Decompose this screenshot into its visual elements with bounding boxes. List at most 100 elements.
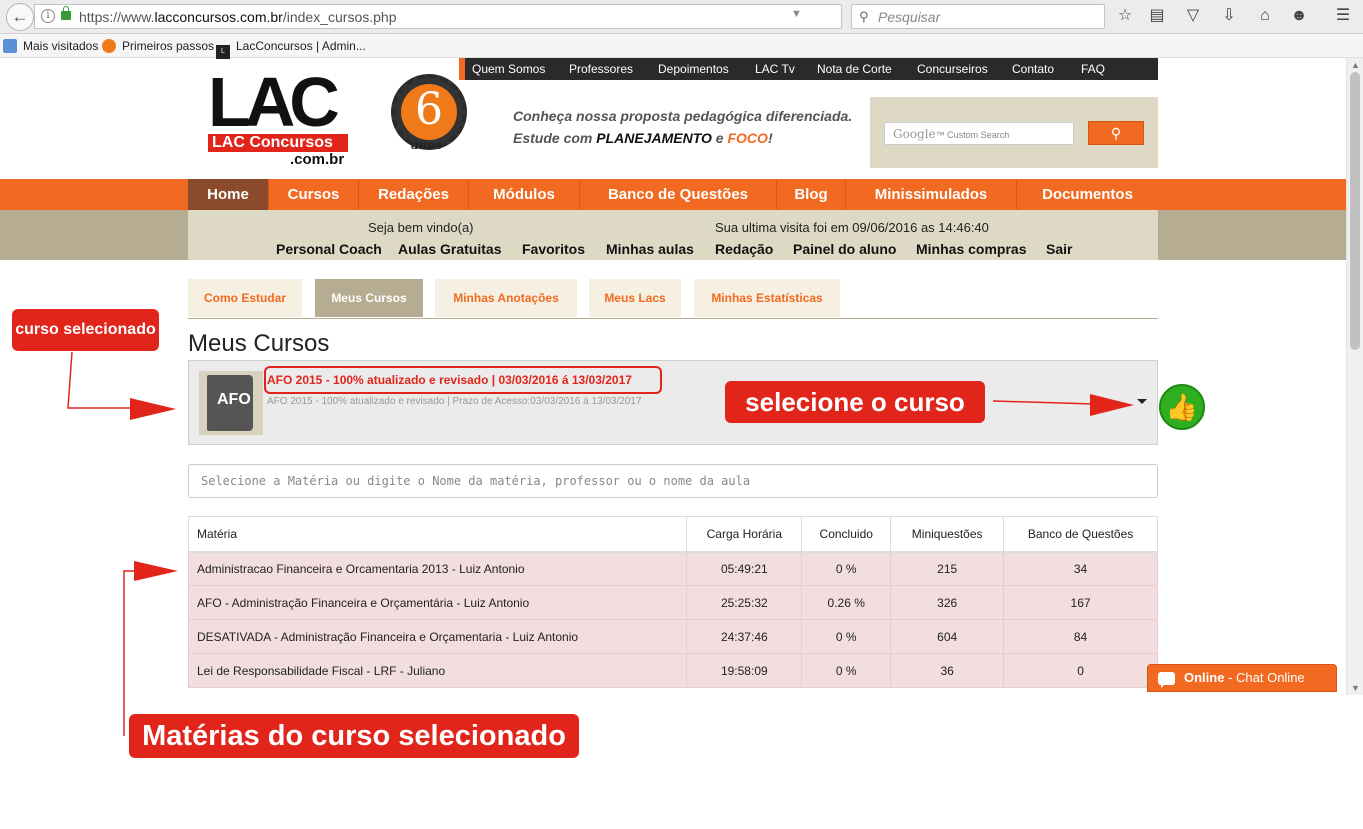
arrow-line-1 bbox=[67, 351, 132, 409]
subject-filter-input[interactable]: Selecione a Matéria ou digite o Nome da … bbox=[188, 464, 1158, 498]
tab-minhas-estatisticas[interactable]: Minhas Estatísticas bbox=[694, 279, 840, 317]
tagline-line2: Estude com PLANEJAMENTO e FOCO! bbox=[513, 130, 773, 146]
bookmark-lacconcursos[interactable]: L LacConcursos | Admin... bbox=[216, 39, 366, 59]
badge-text: anos bbox=[411, 138, 443, 152]
welcome-bar: Seja bem vindo(a) Sua ultima visita foi … bbox=[0, 210, 1346, 260]
main-nav-banco-de-questoes[interactable]: Banco de Questões bbox=[580, 179, 777, 210]
home-icon[interactable]: ⌂ bbox=[1254, 5, 1276, 27]
main-nav-blog[interactable]: Blog bbox=[777, 179, 846, 210]
chat-icon[interactable]: ☻ bbox=[1288, 5, 1310, 27]
browser-search-input[interactable]: ⚲ Pesquisar bbox=[851, 4, 1105, 29]
search-icon: ⚲ bbox=[859, 9, 869, 24]
logo-bar-text: LAC Concursos bbox=[208, 134, 348, 152]
cell-materia[interactable]: AFO - Administração Financeira e Orçamen… bbox=[187, 585, 688, 620]
arrow-line-3 bbox=[123, 570, 138, 736]
chevron-down-icon[interactable] bbox=[1137, 399, 1147, 404]
chat-online-button[interactable]: Online - Chat Online bbox=[1147, 664, 1337, 692]
scroll-up-icon[interactable]: ▲ bbox=[1351, 60, 1360, 70]
table-row[interactable]: DESATIVADA - Administração Financeira e … bbox=[187, 619, 1158, 654]
top-nav-concurseiros[interactable]: Concurseiros bbox=[917, 62, 988, 76]
cell-concluido: 0.26 % bbox=[801, 585, 892, 620]
tab-minhas-anotacoes[interactable]: Minhas Anotações bbox=[435, 279, 577, 317]
link-redacao[interactable]: Redação bbox=[715, 241, 773, 257]
cell-banco: 84 bbox=[1003, 619, 1158, 654]
tagline: Conheça nossa proposta pedagógica difere… bbox=[513, 105, 852, 149]
table-row[interactable]: AFO - Administração Financeira e Orçamen… bbox=[187, 585, 1158, 620]
google-search-input[interactable]: Google™ Custom Search bbox=[884, 122, 1074, 145]
cell-materia[interactable]: Administracao Financeira e Orcamentaria … bbox=[187, 551, 688, 586]
top-nav-nota-de-corte[interactable]: Nota de Corte bbox=[817, 62, 892, 76]
download-icon[interactable]: ⇩ bbox=[1218, 5, 1240, 27]
main-nav-redacoes[interactable]: Redações bbox=[359, 179, 469, 210]
menu-icon[interactable]: ☰ bbox=[1332, 5, 1354, 27]
course-thumbnail: AFO bbox=[199, 371, 263, 435]
link-painel-do-aluno[interactable]: Painel do aluno bbox=[793, 241, 896, 257]
top-nav-depoimentos[interactable]: Depoimentos bbox=[658, 62, 729, 76]
main-nav-cursos[interactable]: Cursos bbox=[269, 179, 359, 210]
tab-como-estudar[interactable]: Como Estudar bbox=[188, 279, 302, 317]
main-nav-documentos[interactable]: Documentos bbox=[1017, 179, 1158, 210]
cell-materia[interactable]: Lei de Responsabilidade Fiscal - LRF - J… bbox=[187, 653, 688, 688]
reading-list-icon[interactable]: ▤ bbox=[1146, 5, 1168, 27]
cell-concluido: 0 % bbox=[801, 619, 892, 654]
pocket-icon[interactable]: ▽ bbox=[1182, 5, 1204, 27]
link-minhas-aulas[interactable]: Minhas aulas bbox=[606, 241, 694, 257]
top-nav-quem-somos[interactable]: Quem Somos bbox=[472, 62, 545, 76]
page-scrollbar[interactable]: ▲ ▼ bbox=[1346, 58, 1363, 695]
main-nav-home[interactable]: Home bbox=[188, 179, 269, 210]
scroll-down-icon[interactable]: ▼ bbox=[1351, 683, 1360, 693]
cell-carga: 05:49:21 bbox=[686, 551, 803, 586]
link-minhas-compras[interactable]: Minhas compras bbox=[916, 241, 1026, 257]
cell-materia[interactable]: DESATIVADA - Administração Financeira e … bbox=[187, 619, 688, 654]
top-nav: Quem Somos Professores Depoimentos LAC T… bbox=[459, 58, 1158, 80]
top-nav-lac-tv[interactable]: LAC Tv bbox=[755, 62, 795, 76]
bookmark-label: Primeiros passos bbox=[122, 39, 215, 53]
logo-lac-text: LAC bbox=[208, 63, 340, 141]
bookmark-label: LacConcursos | Admin... bbox=[236, 39, 366, 53]
top-nav-professores[interactable]: Professores bbox=[569, 62, 633, 76]
bookmark-star-icon[interactable]: ☆ bbox=[1114, 5, 1136, 27]
bookmark-primeiros-passos[interactable]: Primeiros passos bbox=[102, 39, 214, 53]
info-icon[interactable]: i bbox=[41, 9, 55, 23]
bookmark-mais-visitados[interactable]: Mais visitados bbox=[3, 39, 98, 53]
col-miniquestoes: Miniquestões bbox=[890, 516, 1005, 553]
book-icon: AFO bbox=[207, 375, 253, 431]
link-sair[interactable]: Sair bbox=[1046, 241, 1072, 257]
link-personal-coach[interactable]: Personal Coach bbox=[276, 241, 382, 257]
main-nav-modulos[interactable]: Módulos bbox=[469, 179, 580, 210]
main-nav-minissimulados[interactable]: Minissimulados bbox=[846, 179, 1017, 210]
cell-carga: 19:58:09 bbox=[686, 653, 803, 688]
link-favoritos[interactable]: Favoritos bbox=[522, 241, 585, 257]
bookmark-folder-icon bbox=[3, 39, 17, 53]
tagline-line1: Conheça nossa proposta pedagógica difere… bbox=[513, 108, 853, 124]
search-button[interactable]: ⚲ bbox=[1088, 121, 1144, 145]
address-bar[interactable]: i https://www.lacconcursos.com.br/index_… bbox=[34, 4, 866, 29]
table-row[interactable]: Administracao Financeira e Orcamentaria … bbox=[187, 551, 1158, 586]
scrollbar-thumb[interactable] bbox=[1350, 72, 1360, 350]
annotation-selecione-o-curso: selecione o curso bbox=[725, 381, 985, 423]
cell-concluido: 0 % bbox=[801, 551, 892, 586]
top-nav-faq[interactable]: FAQ bbox=[1081, 62, 1105, 76]
cell-miniquestoes: 326 bbox=[890, 585, 1005, 620]
col-concluido: Concluido bbox=[801, 516, 892, 553]
top-nav-contato[interactable]: Contato bbox=[1012, 62, 1054, 76]
selected-course-highlight bbox=[264, 366, 662, 394]
cell-banco: 0 bbox=[1003, 653, 1158, 688]
site-logo[interactable]: LAC LAC Concursos .com.br bbox=[208, 63, 350, 168]
subjects-table: Matéria Carga Horária Concluido Miniques… bbox=[187, 516, 1158, 688]
cell-miniquestoes: 604 bbox=[890, 619, 1005, 654]
search-placeholder: Pesquisar bbox=[878, 9, 941, 25]
cell-carga: 25:25:32 bbox=[686, 585, 803, 620]
url-dropdown-icon[interactable]: ▼ bbox=[791, 8, 802, 20]
search-icon: ⚲ bbox=[1110, 125, 1122, 141]
tab-meus-cursos[interactable]: Meus Cursos bbox=[315, 279, 423, 317]
tab-meus-lacs[interactable]: Meus Lacs bbox=[589, 279, 681, 317]
bookmarks-bar: Mais visitados Primeiros passos L LacConc… bbox=[0, 34, 1363, 59]
table-row[interactable]: Lei de Responsabilidade Fiscal - LRF - J… bbox=[187, 653, 1158, 688]
link-aulas-gratuitas[interactable]: Aulas Gratuitas bbox=[398, 241, 501, 257]
arrow-head-1 bbox=[130, 398, 176, 420]
logo-domain-text: .com.br bbox=[290, 151, 345, 168]
back-arrow-icon[interactable]: ← bbox=[6, 3, 34, 31]
cell-carga: 24:37:46 bbox=[686, 619, 803, 654]
table-header-row: Matéria Carga Horária Concluido Miniques… bbox=[187, 516, 1158, 553]
